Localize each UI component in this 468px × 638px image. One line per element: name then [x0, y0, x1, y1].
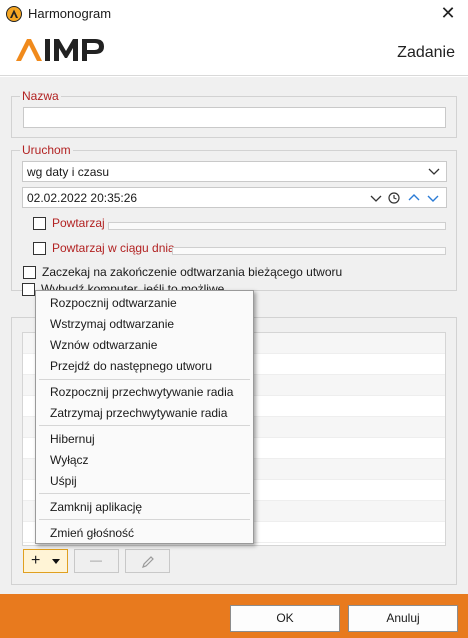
wait-label: Zaczekaj na zakończenie odtwarzania bież…: [42, 265, 343, 279]
close-icon: ✕: [440, 3, 456, 23]
pencil-icon: [142, 556, 154, 568]
run-mode-dropdown[interactable]: wg daty i czasu: [22, 161, 447, 182]
menu-item-close-app[interactable]: Zamknij aplikację: [50, 500, 142, 514]
menu-item-stop-radio-capture[interactable]: Zatrzymaj przechwytywanie radia: [50, 406, 227, 420]
datetime-picker[interactable]: 02.02.2022 20:35:26: [22, 187, 447, 208]
menu-item-start-playback[interactable]: Rozpocznij odtwarzanie: [50, 296, 177, 310]
repeat-daily-checkbox[interactable]: [33, 242, 46, 255]
dialog-header: Zadanie: [0, 28, 468, 76]
minus-icon: —: [90, 553, 102, 567]
repeat-daily-label: Powtarzaj w ciągu dnia: [52, 241, 175, 255]
add-action-button[interactable]: +: [23, 549, 68, 573]
repeat-daily-options-collapsed: [172, 247, 446, 255]
menu-separator: [39, 425, 250, 426]
menu-separator: [39, 379, 250, 380]
menu-item-pause-playback[interactable]: Wstrzymaj odtwarzanie: [50, 317, 174, 331]
ok-button[interactable]: OK: [230, 605, 340, 632]
plus-icon: +: [31, 552, 41, 569]
repeat-label: Powtarzaj: [52, 216, 105, 230]
close-button[interactable]: ✕: [428, 0, 468, 28]
remove-action-button[interactable]: —: [74, 549, 119, 573]
run-mode-value: wg daty i czasu: [27, 165, 110, 179]
datetime-value: 02.02.2022 20:35:26: [27, 191, 138, 205]
menu-item-sleep[interactable]: Uśpij: [50, 474, 77, 488]
wait-checkbox[interactable]: [23, 266, 36, 279]
run-legend: Uruchom: [20, 143, 73, 157]
name-input[interactable]: [23, 107, 446, 128]
wait-checkbox-row[interactable]: Zaczekaj na zakończenie odtwarzania bież…: [23, 265, 443, 281]
dropdown-arrow-icon: [52, 559, 60, 564]
repeat-checkbox[interactable]: [33, 217, 46, 230]
clock-icon[interactable]: [388, 192, 400, 204]
add-action-menu: Rozpocznij odtwarzanie Wstrzymaj odtwarz…: [35, 290, 254, 544]
chevron-down-icon[interactable]: [370, 192, 382, 204]
dialog-footer: OK Anuluj: [0, 594, 468, 638]
edit-action-button[interactable]: [125, 549, 170, 573]
menu-item-shutdown[interactable]: Wyłącz: [50, 453, 89, 467]
run-group: Uruchom wg daty i czasu 02.02.2022 20:35…: [11, 143, 457, 291]
cancel-button[interactable]: Anuluj: [348, 605, 458, 632]
name-group: Nazwa: [11, 89, 457, 138]
aimp-logo: [16, 39, 104, 61]
menu-item-change-volume[interactable]: Zmień głośność: [50, 526, 134, 540]
menu-item-resume-playback[interactable]: Wznów odtwarzanie: [50, 338, 157, 352]
window-title: Harmonogram: [28, 6, 112, 21]
menu-item-hibernate[interactable]: Hibernuj: [50, 432, 95, 446]
repeat-options-collapsed: [108, 222, 446, 230]
arrow-down-icon[interactable]: [427, 192, 439, 204]
aimp-app-icon: [6, 6, 22, 22]
menu-separator: [39, 493, 250, 494]
chevron-down-icon: [428, 168, 440, 175]
name-legend: Nazwa: [20, 89, 61, 103]
wake-checkbox[interactable]: [22, 283, 35, 296]
menu-item-next-track[interactable]: Przejdź do następnego utworu: [50, 359, 212, 373]
arrow-up-icon[interactable]: [408, 192, 420, 204]
menu-item-start-radio-capture[interactable]: Rozpocznij przechwytywanie radia: [50, 385, 233, 399]
page-title: Zadanie: [397, 44, 455, 61]
menu-separator: [39, 519, 250, 520]
title-bar: Harmonogram ✕: [0, 0, 468, 28]
